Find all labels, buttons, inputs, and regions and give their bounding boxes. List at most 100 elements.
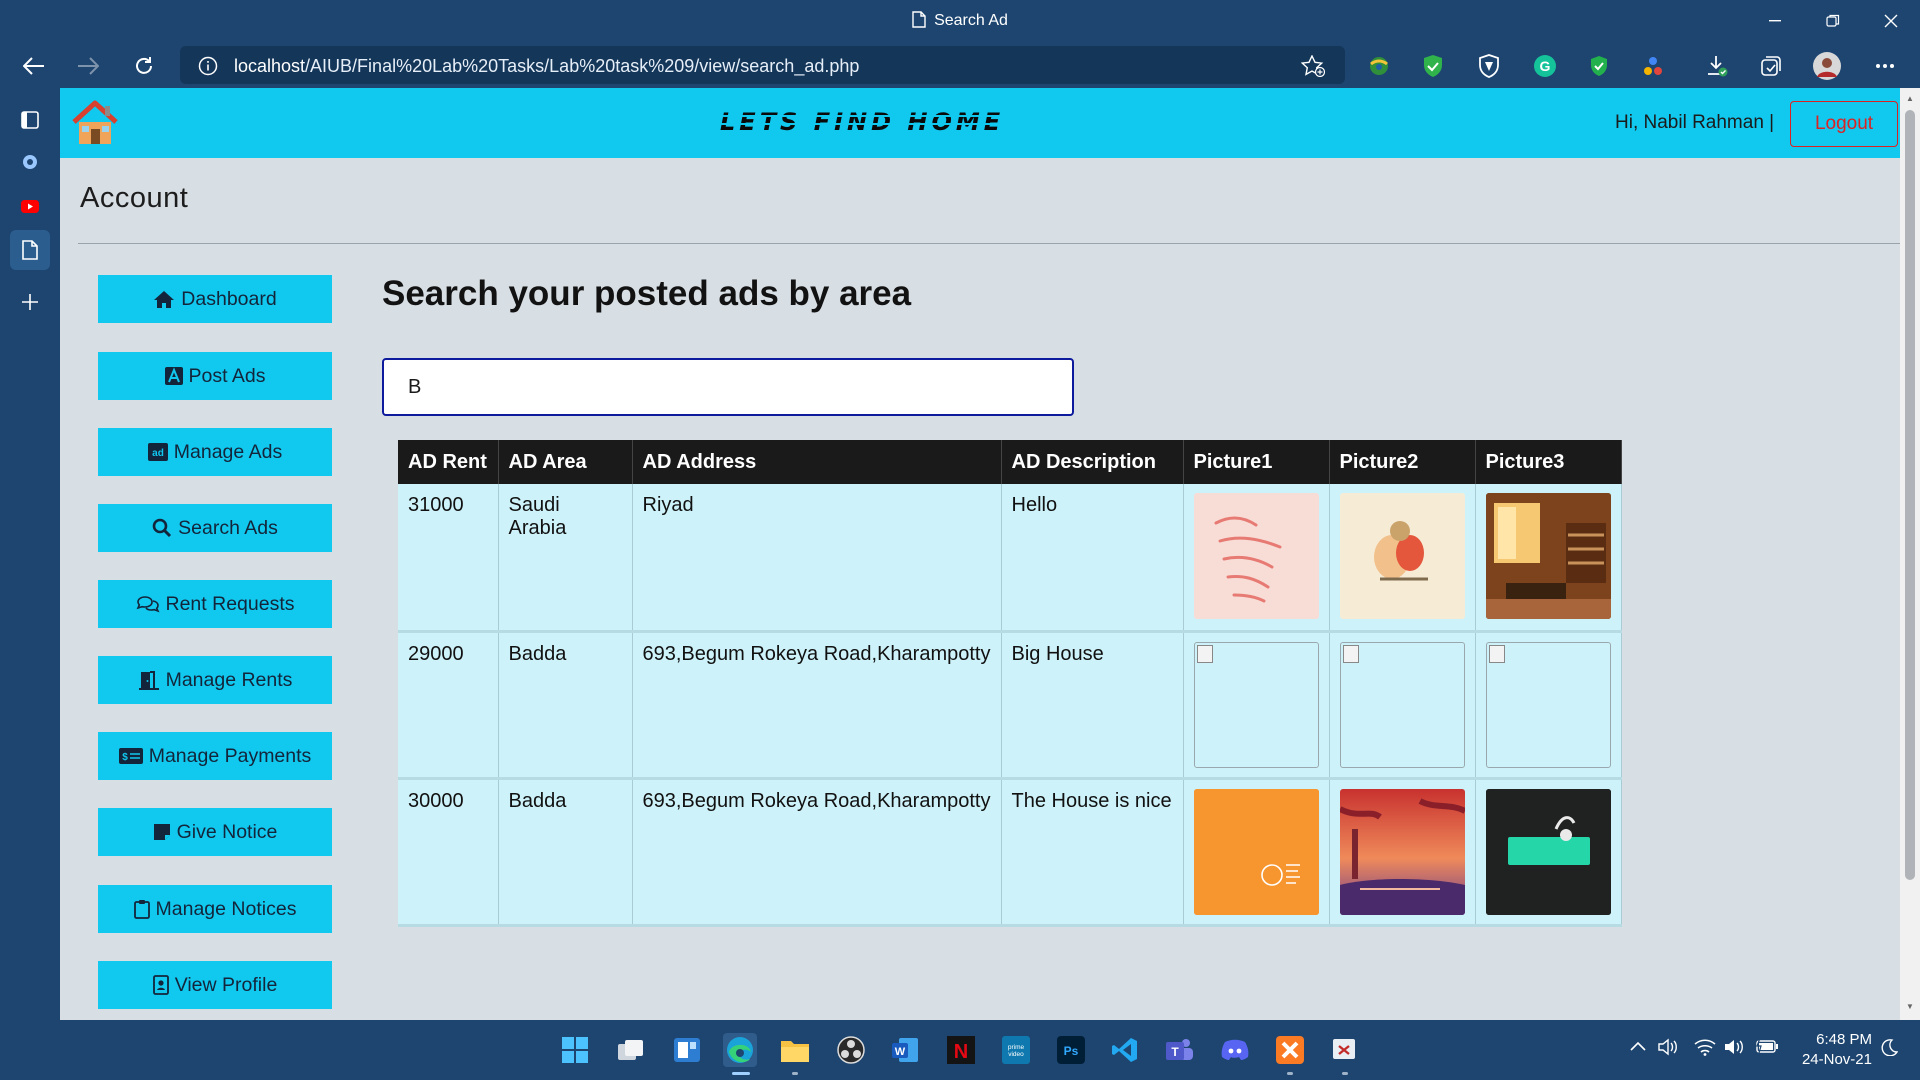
scrollbar-thumb[interactable] (1905, 110, 1915, 880)
room-interior-image (1485, 493, 1611, 619)
system-clock[interactable]: 6:48 PM 24-Nov-21 (1790, 1030, 1872, 1070)
ad-picture[interactable] (1485, 788, 1611, 915)
shield-extension-icon[interactable] (1418, 51, 1448, 81)
sidebar-item-view-profile[interactable]: View Profile (98, 961, 332, 1009)
broken-image-icon[interactable] (1339, 641, 1465, 768)
ad-picture[interactable] (1193, 493, 1319, 619)
edge-browser-icon[interactable] (723, 1033, 757, 1067)
scroll-down-arrow-icon[interactable]: ▼ (1905, 1002, 1915, 1011)
info-icon (198, 56, 218, 76)
more-menu-icon[interactable] (1870, 51, 1900, 81)
forward-button[interactable] (72, 50, 104, 82)
url-text: localhost/AIUB/Final%20Lab%20Tasks/Lab%2… (234, 56, 859, 77)
logo-stripe (720, 123, 1005, 125)
sidebar-item-rent-requests[interactable]: Rent Requests (98, 580, 332, 628)
page-scrollbar[interactable]: ▲ ▼ (1900, 88, 1920, 1020)
youtube-tab-icon[interactable] (10, 186, 50, 226)
show-hidden-icons-chevron-icon[interactable] (1630, 1038, 1646, 1056)
sidebar-item-search-ads[interactable]: Search Ads (98, 504, 332, 552)
sidebar-item-label: Post Ads (188, 364, 266, 387)
address-bar[interactable]: localhost/AIUB/Final%20Lab%20Tasks/Lab%2… (180, 46, 1345, 84)
apps-extension-icon[interactable] (1638, 51, 1668, 81)
word-icon[interactable]: W (888, 1033, 922, 1067)
svg-text:N: N (954, 1041, 968, 1063)
discord-icon[interactable] (1218, 1033, 1252, 1067)
teams-icon[interactable]: T (1162, 1033, 1196, 1067)
grammarly-icon[interactable]: G (1530, 51, 1560, 81)
sidebar-item-label: Search Ads (178, 516, 278, 539)
extension-globe-icon[interactable] (1364, 51, 1394, 81)
netflix-icon[interactable]: N (944, 1033, 978, 1067)
table-row: 29000 Badda 693,Begum Rokeya Road,Kharam… (398, 631, 1622, 780)
brave-shield-icon[interactable] (1474, 51, 1504, 81)
photoshop-icon[interactable]: Ps (1054, 1033, 1088, 1067)
start-windows-icon[interactable] (558, 1033, 592, 1067)
speaker-tray-icon[interactable] (1658, 1038, 1680, 1061)
broken-image-icon[interactable] (1193, 641, 1319, 768)
column-header-description: AD Description (1001, 440, 1184, 484)
collections-icon[interactable] (1756, 51, 1786, 81)
sidebar-item-manage-notices[interactable]: Manage Notices (98, 885, 332, 933)
cell-rent: 30000 (398, 778, 499, 927)
profile-avatar[interactable] (1812, 51, 1842, 81)
restore-button[interactable] (1810, 6, 1856, 36)
sidebar-item-manage-rents[interactable]: Manage Rents (98, 656, 332, 704)
logout-button[interactable]: Logout (1790, 101, 1898, 147)
downloads-icon[interactable] (1702, 51, 1732, 81)
sidebar-item-post-ads[interactable]: Post Ads (98, 352, 332, 400)
column-header-picture3: Picture3 (1475, 440, 1622, 484)
ad-picture[interactable] (1339, 493, 1465, 619)
window-title-text: Search Ad (934, 12, 1008, 29)
xampp-icon[interactable] (1273, 1033, 1307, 1067)
ad-picture[interactable] (1193, 788, 1319, 915)
wifi-icon[interactable] (1694, 1038, 1716, 1061)
minimize-button[interactable] (1752, 6, 1798, 36)
cell-address: 693,Begum Rokeya Road,Kharampotty (632, 631, 1002, 780)
cell-picture2 (1329, 631, 1476, 780)
battery-charging-icon[interactable] (1756, 1037, 1780, 1059)
tab-extension-favicon[interactable] (10, 142, 50, 182)
money-icon: $ (118, 748, 143, 764)
page-viewport: LETS FIND HOME Hi, Nabil Rahman | Logout… (60, 88, 1900, 1020)
arrow-right-icon (78, 57, 99, 75)
back-button[interactable] (18, 50, 50, 82)
sidebar-item-manage-ads[interactable]: ad Manage Ads (98, 428, 332, 476)
search-icon (152, 518, 172, 538)
task-view-icon[interactable] (614, 1033, 648, 1067)
active-page-tab[interactable] (10, 230, 50, 270)
area-search-input[interactable] (382, 358, 1074, 416)
sidebar-item-manage-payments[interactable]: $ Manage Payments (98, 732, 332, 780)
security-extension-icon[interactable] (1584, 51, 1614, 81)
dark-neon-logo-image (1485, 788, 1611, 915)
sidebar-item-give-notice[interactable]: Give Notice (98, 808, 332, 856)
add-favorite-icon[interactable] (1301, 55, 1325, 77)
file-explorer-icon[interactable] (778, 1033, 812, 1067)
note-icon (153, 824, 170, 840)
broken-image-glyph (1196, 644, 1213, 663)
volume-icon[interactable] (1724, 1038, 1746, 1061)
sidebar-item-label: View Profile (174, 973, 278, 996)
scroll-up-arrow-icon[interactable]: ▲ (1905, 94, 1915, 103)
ad-picture[interactable] (1485, 493, 1611, 619)
id-badge-icon (152, 975, 169, 995)
notifications-moon-icon[interactable] (1880, 1038, 1899, 1061)
handwritten-quote-image (1214, 516, 1281, 603)
close-button[interactable] (1868, 6, 1914, 36)
vscode-icon[interactable] (1108, 1033, 1142, 1067)
column-header-rent: AD Rent (398, 440, 499, 484)
svg-text:$: $ (122, 752, 128, 763)
prime-video-icon[interactable]: prime video (999, 1033, 1033, 1067)
sidebar-item-dashboard[interactable]: Dashboard (98, 275, 332, 323)
cell-description: The House is nice (1001, 778, 1184, 927)
svg-text:T: T (1171, 1045, 1179, 1059)
house-logo-icon[interactable] (70, 100, 120, 146)
obs-studio-icon[interactable] (834, 1033, 868, 1067)
section-divider (78, 243, 1900, 244)
tab-actions-icon[interactable] (10, 100, 50, 140)
broken-image-icon[interactable] (1485, 641, 1611, 768)
reload-button[interactable] (128, 50, 160, 82)
widgets-icon[interactable] (670, 1033, 704, 1067)
ad-picture[interactable] (1339, 788, 1465, 915)
snipping-tool-icon[interactable] (1328, 1033, 1362, 1067)
new-tab-plus-icon[interactable] (10, 282, 50, 322)
